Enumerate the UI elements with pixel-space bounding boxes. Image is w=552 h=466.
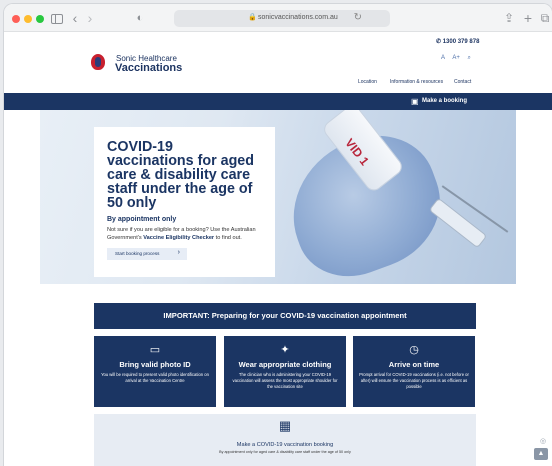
feature-text: The clinician who is administering your … (232, 372, 338, 389)
sidebar-icon[interactable] (51, 14, 63, 24)
start-booking-label: Start booking process (115, 251, 160, 256)
scroll-to-top-button[interactable]: ▲ (534, 448, 548, 460)
share-icon[interactable]: ⇪ (504, 11, 514, 25)
search-icon[interactable]: ⌕ (468, 55, 471, 61)
feature-title: Wear appropriate clothing (238, 360, 332, 369)
calendar-plus-icon: ▦ (278, 418, 292, 433)
logo-text-bottom[interactable]: Vaccinations (115, 62, 182, 74)
back-arrow-icon[interactable]: ‹ (70, 11, 80, 25)
hero-text: Not sure if you are eligible for a booki… (107, 226, 262, 242)
font-small-button[interactable]: A (441, 55, 445, 61)
nav-location[interactable]: Location (358, 79, 377, 85)
lock-icon: 🔒 (248, 14, 257, 21)
booking-box-subtitle: By appointment only for aged care & disa… (219, 450, 351, 454)
clock-icon: ◷ (409, 344, 419, 356)
reload-icon[interactable]: ↻ (354, 12, 362, 23)
booking-box[interactable]: ▦ Make a COVID-19 vaccination booking By… (94, 414, 476, 466)
forward-arrow-icon[interactable]: › (85, 11, 95, 25)
hero-subtitle: By appointment only (107, 216, 177, 223)
hero-text-suffix: to find out. (215, 235, 242, 241)
minimize-window-button[interactable] (24, 15, 32, 23)
browser-toolbar: ‹ › ◐ 🔒 sonicvaccinations.com.au ↻ ⇪ + ⧉ (4, 4, 552, 32)
hero-title: COVID-19 vaccinations for aged care & di… (107, 139, 254, 211)
feature-text: Prompt arrival for COVID-19 vaccinations… (359, 372, 469, 389)
privacy-shield-icon[interactable]: ◐ (134, 11, 146, 25)
accessibility-icon[interactable]: ◎ (540, 437, 546, 445)
feature-clothing: ✦ Wear appropriate clothing The clinicia… (224, 336, 346, 407)
eligibility-checker-link[interactable]: Vaccine Eligibility Checker (143, 235, 214, 241)
accessibility-tools: A A+ ⌕ (441, 55, 477, 62)
syringe-image (430, 199, 486, 247)
feature-photo-id: ▭ Bring valid photo ID You will be requi… (94, 336, 216, 407)
hero-card: COVID-19 vaccinations for aged care & di… (94, 127, 275, 277)
new-tab-icon[interactable]: + (523, 11, 533, 25)
font-large-button[interactable]: A+ (452, 55, 460, 61)
booking-bar: ▣ Make a booking (4, 93, 552, 110)
nav-information-resources[interactable]: Information & resources (390, 79, 443, 85)
phone-number[interactable]: ✆ 1300 379 878 (436, 38, 479, 45)
web-page: ✆ 1300 379 878 Sonic Healthcare Vaccinat… (4, 32, 552, 466)
phone-number-text: 1300 379 878 (442, 39, 480, 45)
address-bar[interactable]: 🔒 sonicvaccinations.com.au ↻ (174, 10, 390, 27)
nav-contact[interactable]: Contact (454, 79, 471, 85)
chevron-right-icon: › (177, 249, 180, 256)
feature-text: You will be required to present valid ph… (101, 372, 209, 383)
url-text: sonicvaccinations.com.au (258, 14, 338, 21)
zoom-window-button[interactable] (36, 15, 44, 23)
start-booking-button[interactable]: Start booking process › (107, 248, 187, 260)
make-booking-link[interactable]: Make a booking (422, 98, 467, 104)
feature-arrive-on-time: ◷ Arrive on time Prompt arrival for COVI… (353, 336, 475, 407)
shirt-icon: ✦ (280, 344, 290, 356)
important-banner: IMPORTANT: Preparing for your COVID-19 v… (94, 303, 476, 329)
id-card-icon: ▭ (149, 344, 161, 356)
booking-box-title[interactable]: Make a COVID-19 vaccination booking (94, 442, 476, 448)
feature-title: Arrive on time (388, 360, 440, 369)
calendar-icon: ▣ (411, 97, 419, 106)
close-window-button[interactable] (12, 15, 20, 23)
feature-title: Bring valid photo ID (119, 360, 191, 369)
browser-window: ‹ › ◐ 🔒 sonicvaccinations.com.au ↻ ⇪ + ⧉… (4, 4, 552, 466)
sonic-logo-icon[interactable] (91, 54, 105, 70)
tab-overview-icon[interactable]: ⧉ (540, 11, 550, 25)
